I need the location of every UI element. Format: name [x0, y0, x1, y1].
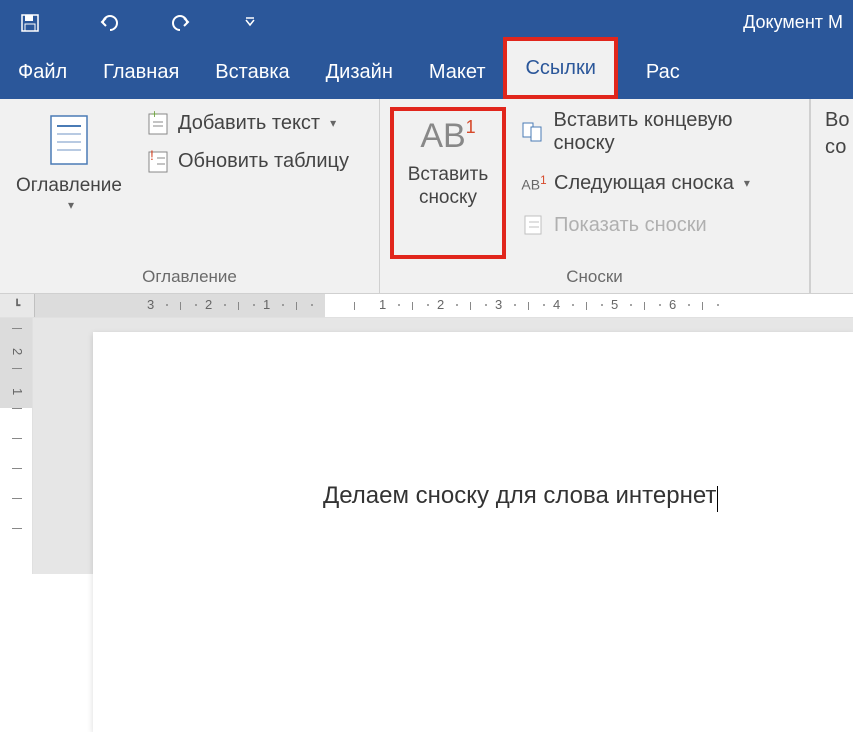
- update-table-label: Обновить таблицу: [178, 150, 349, 173]
- ribbon: Оглавление ▾ + Добавить текст ▾ ! Обнови…: [0, 99, 853, 294]
- group-footnotes-label: Сноски: [380, 263, 809, 293]
- title-bar: Документ M: [0, 0, 853, 45]
- redo-button[interactable]: [160, 3, 200, 43]
- svg-text:+: +: [151, 110, 158, 121]
- document-text: Делаем сноску для слова интернет: [323, 482, 716, 509]
- footnote-icon: AB1: [414, 115, 481, 158]
- insert-footnote-highlight: AB1 Вставить сноску: [390, 107, 506, 259]
- insert-footnote-button[interactable]: AB1 Вставить сноску: [398, 115, 498, 210]
- document-background: Делаем сноску для слова интернет: [33, 318, 853, 574]
- chevron-down-icon: ▾: [744, 176, 750, 190]
- document-title: Документ M: [743, 12, 843, 33]
- insert-endnote-label: Вставить концевую сноску: [554, 109, 795, 155]
- ruler-corner: ┗: [0, 294, 35, 317]
- group-toc: Оглавление ▾ + Добавить текст ▾ ! Обнови…: [0, 99, 380, 293]
- svg-text:!: !: [150, 148, 154, 163]
- chevron-down-icon: ▾: [68, 198, 74, 212]
- vertical-ruler[interactable]: 21: [0, 318, 33, 574]
- add-text-label: Добавить текст: [178, 112, 320, 135]
- tab-mailings[interactable]: Рас: [628, 45, 698, 99]
- show-notes-icon: [520, 211, 548, 239]
- show-notes-button[interactable]: Показать сноски: [516, 209, 799, 241]
- toc-button[interactable]: Оглавление ▾: [10, 107, 128, 259]
- qat-customize-button[interactable]: [230, 3, 270, 43]
- group-partial: Во со: [810, 99, 853, 293]
- toc-label: Оглавление: [16, 175, 122, 198]
- tab-insert[interactable]: Вставка: [197, 45, 307, 99]
- tab-layout[interactable]: Макет: [411, 45, 504, 99]
- next-footnote-icon: AB1: [520, 169, 548, 197]
- show-notes-label: Показать сноски: [554, 214, 707, 237]
- save-button[interactable]: [10, 3, 50, 43]
- add-text-button[interactable]: + Добавить текст ▾: [140, 107, 353, 139]
- tab-references-highlight: Ссылки: [503, 37, 617, 99]
- update-table-icon: !: [144, 147, 172, 175]
- undo-button[interactable]: [90, 3, 130, 43]
- tab-design[interactable]: Дизайн: [308, 45, 411, 99]
- tab-home[interactable]: Главная: [85, 45, 197, 99]
- insert-endnote-button[interactable]: Вставить концевую сноску: [516, 107, 799, 157]
- chevron-down-icon: ▾: [330, 116, 336, 130]
- toc-icon: [40, 111, 98, 169]
- document-page[interactable]: Делаем сноску для слова интернет: [93, 332, 853, 732]
- next-footnote-label: Следующая сноска: [554, 172, 734, 195]
- group-footnotes: AB1 Вставить сноску Вставить концевую сн…: [380, 99, 810, 293]
- tab-file[interactable]: Файл: [0, 45, 85, 99]
- next-footnote-button[interactable]: AB1 Следующая сноска ▾: [516, 167, 799, 199]
- update-table-button[interactable]: ! Обновить таблицу: [140, 145, 353, 177]
- text-cursor: [717, 486, 718, 512]
- ribbon-tabs: Файл Главная Вставка Дизайн Макет Ссылки…: [0, 45, 853, 99]
- horizontal-ruler[interactable]: ┗ 321123456: [0, 294, 853, 318]
- group-toc-label: Оглавление: [0, 263, 379, 293]
- add-text-icon: +: [144, 109, 172, 137]
- endnote-icon: [520, 118, 548, 146]
- insert-footnote-label: Вставить сноску: [408, 164, 489, 210]
- tab-references[interactable]: Ссылки: [507, 41, 613, 95]
